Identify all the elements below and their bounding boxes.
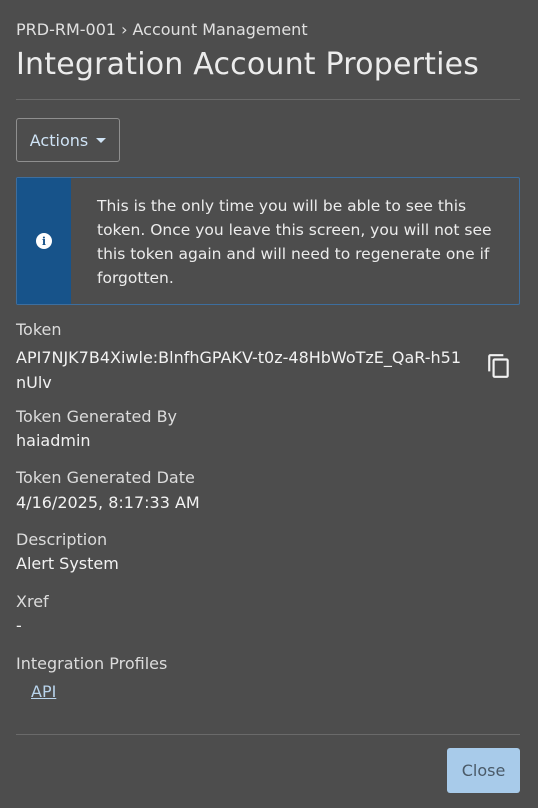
integration-profiles-label: Integration Profiles [16, 654, 168, 673]
token-generated-by-label: Token Generated By [16, 407, 178, 426]
token-generated-by-value: haiadmin [16, 431, 91, 450]
description-value: Alert System [16, 554, 119, 573]
description-label: Description [16, 530, 108, 549]
token-label: Token [16, 320, 62, 339]
breadcrumb-separator: › [121, 20, 128, 39]
header-divider [16, 99, 520, 100]
xref-value: - [16, 616, 22, 635]
alert-accent-bar: i [17, 178, 71, 304]
xref-label: Xref [16, 592, 49, 611]
token-info-alert: i This is the only time you will be able… [16, 177, 520, 305]
actions-dropdown-button[interactable]: Actions [16, 118, 120, 162]
breadcrumb: PRD-RM-001 › Account Management [16, 20, 308, 39]
footer-divider [16, 734, 520, 735]
breadcrumb-current: Account Management [132, 20, 308, 39]
close-button[interactable]: Close [447, 748, 520, 793]
copy-icon[interactable] [486, 352, 512, 380]
actions-label: Actions [29, 130, 89, 150]
info-icon: i [36, 233, 52, 249]
integration-account-dialog: PRD-RM-001 › Account Management Integratio… [16, 0, 520, 808]
breadcrumb-parent[interactable]: PRD-RM-001 [16, 20, 116, 39]
alert-message: This is the only time you will be able t… [97, 197, 492, 287]
integration-profile-link[interactable]: API [31, 682, 56, 701]
token-value: API7NJK7B4Xiwle:BlnfhGPAKV-t0z-48HbWoTzE… [16, 348, 462, 392]
page-title: Integration Account Properties [16, 47, 480, 82]
token-generated-date-label: Token Generated Date [16, 468, 195, 487]
chevron-down-icon [96, 137, 107, 143]
token-generated-date-value: 4/16/2025, 8:17:33 AM [16, 493, 200, 512]
